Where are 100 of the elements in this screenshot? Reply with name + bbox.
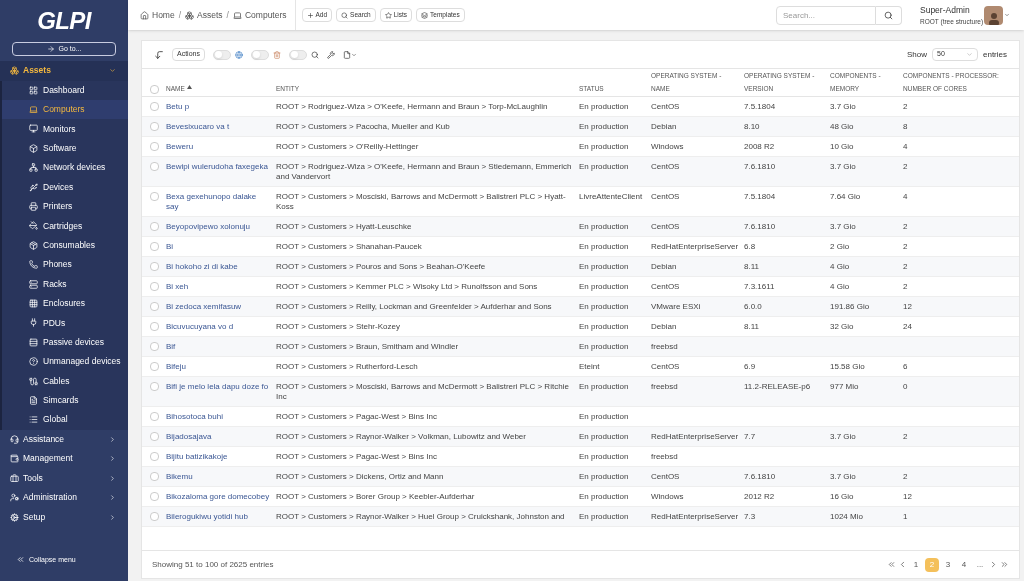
table-cell-text: freebsd xyxy=(651,341,679,352)
row-checkbox[interactable] xyxy=(149,121,159,131)
page-button[interactable]: 1 xyxy=(909,557,923,572)
computer-link[interactable]: Beyopovipewo xolonuju xyxy=(166,221,276,232)
submenu-item[interactable]: Unmanaged devices xyxy=(2,351,128,372)
submenu-item[interactable]: Cables xyxy=(2,371,128,391)
table-cell-text: 12 xyxy=(903,301,913,312)
computer-link[interactable]: Beweru xyxy=(166,141,276,152)
submenu-item[interactable]: Monitors xyxy=(2,119,128,139)
submenu-item[interactable]: Cartridges xyxy=(2,216,128,236)
row-checkbox[interactable] xyxy=(149,161,159,171)
breadcrumb-link[interactable]: Computers xyxy=(232,8,287,22)
row-checkbox[interactable] xyxy=(149,431,159,441)
submenu-item[interactable]: Phones xyxy=(2,255,128,275)
table-cell-text: 48 Gio xyxy=(830,121,855,132)
computer-link[interactable]: Bijitu batizikakoje xyxy=(166,451,276,462)
export-icon[interactable] xyxy=(342,50,357,59)
menu-item[interactable]: Assistance xyxy=(0,429,128,450)
row-checkbox[interactable] xyxy=(149,261,159,271)
first-page-icon[interactable] xyxy=(887,560,896,569)
previous-page-icon[interactable] xyxy=(898,560,907,569)
menu-item[interactable]: Management xyxy=(0,449,128,469)
computer-link[interactable]: Bexa gexehunopo dalake say xyxy=(166,191,276,212)
submenu-item[interactable]: Dashboard xyxy=(2,80,128,100)
computer-link[interactable]: Bewipi wulerudoha faxegeka xyxy=(166,161,276,182)
row-checkbox[interactable] xyxy=(149,361,159,371)
submenu-item[interactable]: Network devices xyxy=(2,158,128,178)
computer-link[interactable]: Bi zedoca xemifasuw xyxy=(166,301,276,312)
document-icon xyxy=(29,395,38,405)
menu-item[interactable]: Assets xyxy=(0,61,128,81)
network-icon xyxy=(29,163,38,173)
wrench-icon[interactable] xyxy=(326,50,335,59)
computer-link[interactable]: Bi hokoho zi di kabe xyxy=(166,261,276,272)
chevron-down-icon xyxy=(1004,12,1010,18)
table-cell-text: En production xyxy=(579,221,630,232)
table-cell-text: En production xyxy=(579,141,630,152)
table-cell-text: 7.7 xyxy=(744,431,757,442)
submenu-item[interactable]: Enclosures xyxy=(2,293,128,314)
row-checkbox[interactable] xyxy=(149,321,159,331)
row-checkbox[interactable] xyxy=(149,241,159,251)
search-field[interactable]: Search... xyxy=(776,5,876,25)
computer-link[interactable]: Bi xyxy=(166,241,276,252)
select-all-checkbox[interactable] xyxy=(149,85,159,94)
toggle-switch[interactable] xyxy=(212,49,231,60)
submenu-item[interactable]: Printers xyxy=(2,196,128,217)
computer-link[interactable]: Bevesixucaro va t xyxy=(166,121,276,132)
row-checkbox[interactable] xyxy=(149,491,159,501)
computer-link[interactable]: Bilerogukiwu yotidi hub xyxy=(166,511,276,522)
breadcrumb-link[interactable]: Home xyxy=(140,8,175,22)
row-checkbox[interactable] xyxy=(149,191,159,201)
table-cell-text: ROOT > Rodriguez-Wiza > O'Keefe, Hermann and Braun > Stiedemann, Emmerich and Vandervort xyxy=(276,161,573,182)
avatar[interactable] xyxy=(984,5,1003,25)
paint-bucket-icon xyxy=(29,221,38,231)
row-checkbox[interactable] xyxy=(149,141,159,151)
menu-item[interactable]: Tools xyxy=(0,468,128,489)
toggle-switch[interactable] xyxy=(288,49,307,60)
computer-link[interactable]: Bicuvucuyana vo d xyxy=(166,321,276,332)
submenu-item[interactable]: Software xyxy=(2,138,128,159)
computer-link[interactable]: Bihosotoca buhi xyxy=(166,411,276,422)
computer-link[interactable]: Bijadosajava xyxy=(166,431,276,442)
search-button[interactable] xyxy=(876,5,902,25)
submenu-item[interactable]: Racks xyxy=(2,274,128,294)
toggle-switch[interactable] xyxy=(250,49,269,60)
submenu-item[interactable]: Consumables xyxy=(2,235,128,255)
menu-item[interactable]: Administration xyxy=(0,488,128,508)
computer-link[interactable]: Betu p xyxy=(166,101,276,112)
menu-item[interactable]: Setup xyxy=(0,507,128,528)
submenu-item[interactable]: Simcards xyxy=(2,390,128,411)
row-checkbox[interactable] xyxy=(149,301,159,311)
next-page-icon[interactable] xyxy=(989,560,998,569)
computer-link[interactable]: Bikemu xyxy=(166,471,276,482)
submenu-item[interactable]: PDUs xyxy=(2,313,128,333)
table-cell-text: 2008 R2 xyxy=(744,141,776,152)
row-checkbox[interactable] xyxy=(149,411,159,421)
computer-link[interactable]: Bi xeh xyxy=(166,281,276,292)
submenu-item[interactable]: Global xyxy=(2,410,128,430)
row-checkbox[interactable] xyxy=(149,381,159,391)
row-checkbox[interactable] xyxy=(149,281,159,291)
breadcrumb-separator: / xyxy=(226,8,229,22)
submenu-item[interactable]: Passive devices xyxy=(2,332,128,352)
page-button[interactable]: 3 xyxy=(941,557,955,572)
submenu-item[interactable]: Devices xyxy=(2,177,128,197)
page-button[interactable]: ... xyxy=(973,557,987,572)
computer-link[interactable]: Bifi je melo lela dapu doze fo xyxy=(166,381,276,402)
row-checkbox[interactable] xyxy=(149,471,159,481)
logo[interactable]: GLPI xyxy=(37,3,91,39)
row-checkbox[interactable] xyxy=(149,341,159,351)
computer-link[interactable]: Bifeju xyxy=(166,361,276,372)
computer-link[interactable]: Bif xyxy=(166,341,276,352)
breadcrumb-link[interactable]: Assets xyxy=(185,8,223,22)
row-checkbox[interactable] xyxy=(149,511,159,521)
submenu-item[interactable]: Computers xyxy=(2,99,128,120)
row-checkbox[interactable] xyxy=(149,221,159,231)
last-page-icon[interactable] xyxy=(1000,560,1009,569)
table-cell-text: 191.86 Gio xyxy=(830,301,871,312)
table-cell-text: ROOT > Customers > Dickens, Ortiz and Mann xyxy=(276,471,445,482)
computer-link[interactable]: Bikozaloma gore domecobey xyxy=(166,491,276,502)
row-checkbox[interactable] xyxy=(149,451,159,461)
row-checkbox[interactable] xyxy=(149,101,159,111)
page-button[interactable]: 4 xyxy=(957,557,971,572)
